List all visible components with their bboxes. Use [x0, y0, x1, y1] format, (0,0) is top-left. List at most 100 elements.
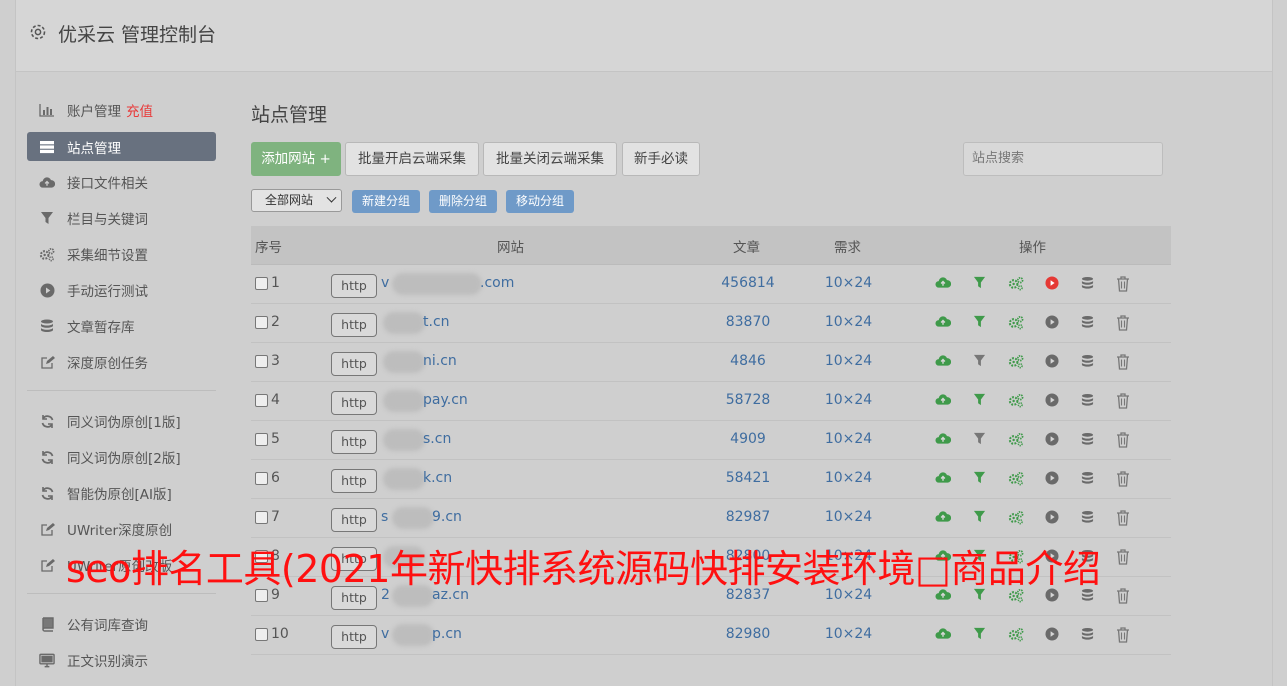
sidebar-item-group1-4[interactable]: 采集细节设置	[27, 236, 216, 272]
sidebar-item-group2-0[interactable]: 同义词伪原创[1版]	[27, 403, 216, 439]
database-icon[interactable]	[1081, 393, 1097, 409]
need-value[interactable]: 10×24	[811, 470, 886, 486]
need-value[interactable]: 10×24	[811, 431, 886, 447]
row-checkbox[interactable]	[255, 316, 268, 329]
protocol-badge[interactable]: http	[331, 430, 377, 454]
protocol-badge[interactable]: http	[331, 274, 377, 298]
sidebar-item-group3-1[interactable]: 正文识别演示	[27, 642, 216, 678]
move-group-button[interactable]: 移动分组	[506, 190, 574, 213]
article-count[interactable]: 82980	[691, 626, 805, 642]
row-checkbox[interactable]	[255, 511, 268, 524]
database-icon[interactable]	[1081, 627, 1097, 643]
trash-icon[interactable]	[1116, 276, 1132, 292]
gears-icon[interactable]	[1008, 471, 1024, 487]
batch-enable-cloud-button[interactable]: 批量开启云端采集	[345, 142, 479, 176]
site-domain-end[interactable]: ni.cn	[423, 353, 457, 369]
trash-icon[interactable]	[1116, 315, 1132, 331]
article-count[interactable]: 58421	[691, 470, 805, 486]
batch-disable-cloud-button[interactable]: 批量关闭云端采集	[483, 142, 617, 176]
play-circle-icon[interactable]	[1045, 471, 1061, 487]
filter-icon[interactable]	[973, 510, 989, 526]
row-checkbox[interactable]	[255, 277, 268, 290]
sidebar-item-group2-2[interactable]: 智能伪原创[AI版]	[27, 475, 216, 511]
protocol-badge[interactable]: http	[331, 352, 377, 376]
play-circle-icon[interactable]	[1045, 354, 1061, 370]
row-checkbox[interactable]	[255, 628, 268, 641]
row-checkbox[interactable]	[255, 472, 268, 485]
sidebar-item-group3-0[interactable]: 公有词库查询	[27, 606, 216, 642]
site-domain-end[interactable]: 9.cn	[432, 509, 462, 525]
need-value[interactable]: 10×24	[811, 275, 886, 291]
site-domain-start[interactable]: v	[381, 275, 389, 291]
sidebar-item-group1-5[interactable]: 手动运行测试	[27, 272, 216, 308]
filter-icon[interactable]	[973, 627, 989, 643]
trash-icon[interactable]	[1116, 510, 1132, 526]
trash-icon[interactable]	[1116, 588, 1132, 604]
article-count[interactable]: 4909	[691, 431, 805, 447]
sidebar-item-group2-1[interactable]: 同义词伪原创[2版]	[27, 439, 216, 475]
site-domain-end[interactable]: s.cn	[423, 431, 451, 447]
database-icon[interactable]	[1081, 276, 1097, 292]
filter-icon[interactable]	[973, 471, 989, 487]
site-domain-end[interactable]: .com	[480, 275, 514, 291]
article-count[interactable]: 4846	[691, 353, 805, 369]
sidebar-item-group1-3[interactable]: 栏目与关键词	[27, 200, 216, 236]
site-domain-end[interactable]: k.cn	[423, 470, 452, 486]
protocol-badge[interactable]: http	[331, 313, 377, 337]
trash-icon[interactable]	[1116, 432, 1132, 448]
database-icon[interactable]	[1081, 354, 1097, 370]
database-icon[interactable]	[1081, 432, 1097, 448]
gears-icon[interactable]	[1008, 510, 1024, 526]
play-circle-icon[interactable]	[1045, 276, 1061, 292]
need-value[interactable]: 10×24	[811, 392, 886, 408]
trash-icon[interactable]	[1116, 471, 1132, 487]
need-value[interactable]: 10×24	[811, 509, 886, 525]
cloud-upload-icon[interactable]	[935, 393, 952, 409]
database-icon[interactable]	[1081, 315, 1097, 331]
article-count[interactable]: 456814	[691, 275, 805, 291]
gears-icon[interactable]	[1008, 627, 1024, 643]
play-circle-icon[interactable]	[1045, 432, 1061, 448]
row-checkbox[interactable]	[255, 355, 268, 368]
play-circle-icon[interactable]	[1045, 510, 1061, 526]
need-value[interactable]: 10×24	[811, 353, 886, 369]
row-checkbox[interactable]	[255, 433, 268, 446]
trash-icon[interactable]	[1116, 354, 1132, 370]
cloud-upload-icon[interactable]	[935, 315, 952, 331]
sidebar-item-group1-1[interactable]: 站点管理	[27, 132, 216, 161]
cloud-upload-icon[interactable]	[935, 432, 952, 448]
database-icon[interactable]	[1081, 471, 1097, 487]
site-domain-start[interactable]: s	[381, 509, 388, 525]
trash-icon[interactable]	[1116, 549, 1132, 565]
gears-icon[interactable]	[1008, 276, 1024, 292]
gears-icon[interactable]	[1008, 432, 1024, 448]
gear-icon[interactable]	[28, 22, 48, 42]
group-select[interactable]: 全部网站	[251, 189, 342, 212]
new-group-button[interactable]: 新建分组	[352, 190, 420, 213]
site-domain-start[interactable]: v	[381, 626, 389, 642]
play-circle-icon[interactable]	[1045, 627, 1061, 643]
recharge-link[interactable]: 充值	[126, 100, 153, 120]
filter-icon[interactable]	[973, 432, 989, 448]
database-icon[interactable]	[1081, 510, 1097, 526]
cloud-upload-icon[interactable]	[935, 627, 952, 643]
protocol-badge[interactable]: http	[331, 508, 377, 532]
delete-group-button[interactable]: 删除分组	[429, 190, 497, 213]
sidebar-item-group1-2[interactable]: 接口文件相关	[27, 164, 216, 200]
sidebar-item-group1-6[interactable]: 文章暂存库	[27, 308, 216, 344]
cloud-upload-icon[interactable]	[935, 471, 952, 487]
sidebar-item-group1-7[interactable]: 深度原创任务	[27, 344, 216, 380]
filter-icon[interactable]	[973, 276, 989, 292]
protocol-badge[interactable]: http	[331, 391, 377, 415]
site-domain-end[interactable]: pay.cn	[423, 392, 468, 408]
play-circle-icon[interactable]	[1045, 315, 1061, 331]
article-count[interactable]: 83870	[691, 314, 805, 330]
row-checkbox[interactable]	[255, 394, 268, 407]
need-value[interactable]: 10×24	[811, 626, 886, 642]
site-domain-end[interactable]: t.cn	[423, 314, 450, 330]
article-count[interactable]: 82987	[691, 509, 805, 525]
gears-icon[interactable]	[1008, 354, 1024, 370]
gears-icon[interactable]	[1008, 393, 1024, 409]
trash-icon[interactable]	[1116, 627, 1132, 643]
trash-icon[interactable]	[1116, 393, 1132, 409]
